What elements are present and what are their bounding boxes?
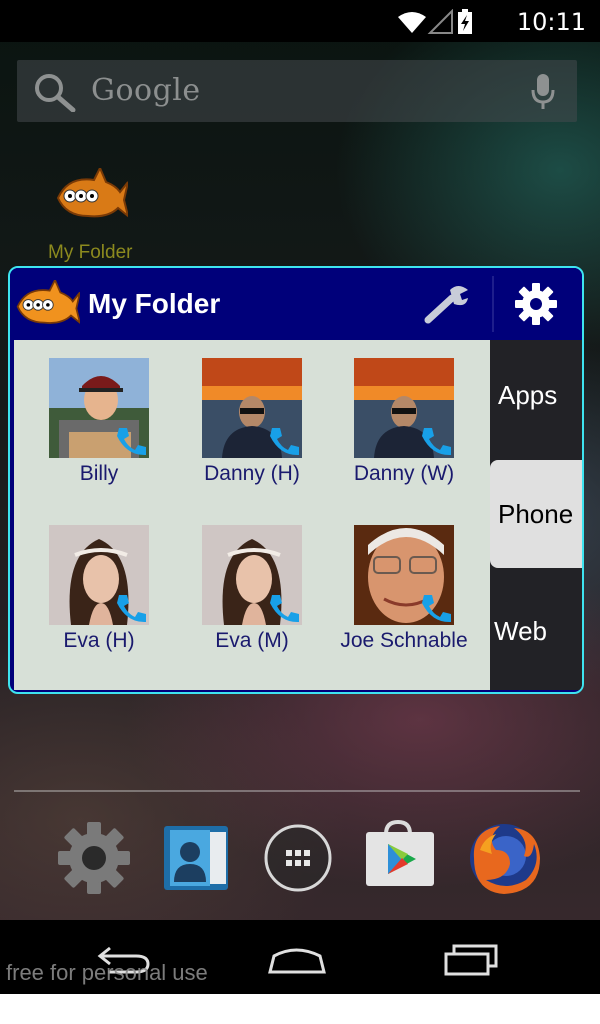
contact-danny-h[interactable]: Danny (H) (177, 358, 327, 486)
app-drawer-icon[interactable] (262, 820, 338, 896)
contact-photo (202, 358, 302, 458)
contact-name: Danny (H) (204, 462, 300, 485)
contact-name: Eva (H) (63, 629, 135, 652)
contact-danny-w[interactable]: Danny (W) (329, 358, 479, 486)
phone-badge-icon (113, 591, 149, 625)
contact-photo (49, 525, 149, 625)
firefox-icon[interactable] (466, 820, 542, 896)
contacts-app-icon[interactable] (160, 820, 236, 896)
desktop-folder-fish-icon[interactable] (54, 165, 130, 226)
play-store-icon[interactable] (362, 819, 438, 896)
contact-eva-m[interactable]: Eva (M) (177, 525, 327, 653)
desktop-folder-label[interactable]: My Folder (48, 242, 132, 264)
contact-eva-h[interactable]: Eva (H) (24, 525, 174, 653)
search-placeholder: Google (91, 73, 201, 108)
signal-icon (427, 8, 453, 34)
contact-grid: Billy Danny (H) Danny (W) Eva (H) Eva (M… (14, 340, 490, 690)
popup-header: My Folder (10, 268, 582, 340)
contact-joe-schnable[interactable]: Joe Schnable (329, 525, 479, 653)
header-divider (492, 276, 494, 332)
popup-title: My Folder (88, 288, 221, 319)
gear-icon[interactable] (514, 282, 558, 330)
phone-badge-icon (113, 424, 149, 458)
folder-popup: My Folder Billy Danny (H) Danny (W) Eva … (8, 266, 584, 694)
contact-name: Billy (79, 462, 119, 485)
search-icon (33, 72, 77, 116)
contact-billy[interactable]: Billy (24, 358, 174, 486)
phone-badge-icon (418, 591, 454, 625)
status-bar: 10:11 (0, 0, 600, 42)
contact-photo (354, 358, 454, 458)
wrench-icon[interactable] (424, 284, 472, 328)
contact-name: Danny (W) (353, 462, 455, 485)
wifi-icon (398, 12, 426, 33)
status-icons (396, 8, 492, 34)
phone-badge-icon (266, 591, 302, 625)
contact-photo (354, 525, 454, 625)
status-clock: 10:11 (516, 8, 586, 36)
contact-name: Eva (M) (215, 629, 289, 652)
tab-bar: Apps Phone Web (490, 340, 582, 690)
contact-name: Joe Schnable (340, 629, 468, 652)
home-button[interactable] (268, 944, 326, 978)
settings-app-icon[interactable] (56, 820, 132, 896)
mic-icon[interactable] (531, 74, 555, 114)
bottom-strip (0, 994, 600, 1024)
watermark-text: free for personal use (6, 960, 208, 985)
phone-badge-icon (418, 424, 454, 458)
phone-badge-icon (266, 424, 302, 458)
search-bar[interactable]: Google (17, 60, 577, 122)
dock-divider (14, 790, 580, 792)
tab-web[interactable]: Web (490, 616, 582, 647)
contact-photo (49, 358, 149, 458)
tab-phone[interactable]: Phone (490, 460, 582, 568)
fish-icon (14, 277, 82, 332)
recent-apps-button[interactable] (444, 944, 500, 980)
tab-apps[interactable]: Apps (490, 380, 582, 411)
contact-photo (202, 525, 302, 625)
battery-charging-icon (458, 9, 472, 34)
